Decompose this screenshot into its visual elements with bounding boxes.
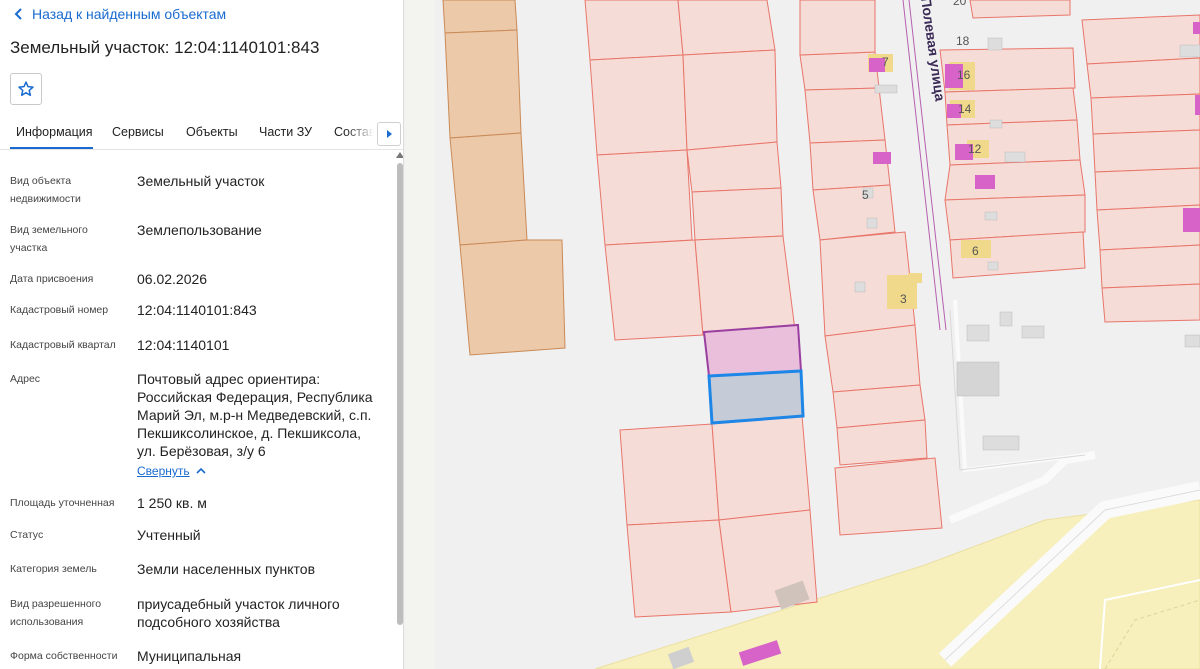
house-number-12: 12 [968,142,982,156]
house-number-5: 5 [862,188,869,202]
tab-information[interactable]: Информация [16,125,93,139]
house-number-14: 14 [958,102,972,116]
tab-objects[interactable]: Объекты [186,125,238,139]
scrollbar-thumb[interactable] [397,163,403,625]
highlighted-parcel [702,323,803,378]
chevron-left-icon [14,8,22,20]
field-value: 12:04:1140101 [137,337,230,353]
field-label: Вид объекта недвижимости [10,175,81,205]
field-value: Земли населенных пунктов [137,561,316,577]
field-value: Муниципальная [137,648,242,664]
collapse-link[interactable]: Свернуть [137,464,206,478]
collapse-link-label[interactable]: Свернуть [137,464,190,478]
field-value: 06.02.2026 [137,271,208,287]
field-label: Форма собственности [10,650,118,662]
field-value: 12:04:1140101:843 [137,302,257,318]
back-link-label[interactable]: Назад к найденным объектам [32,6,226,22]
cadastral-map[interactable]: Полевая улица 20 18 7 16 14 12 5 6 3 [405,0,1200,669]
favorite-button[interactable] [10,73,42,105]
scroll-up-arrow[interactable] [396,152,403,158]
back-link[interactable]: Назад к найденным объектам [12,6,226,22]
house-number-3: 3 [900,292,907,306]
field-label: Статус [10,529,44,541]
field-value: Почтовый адрес ориентира: Российская Фед… [137,371,373,459]
page-title: Земельный участок: 12:04:1140101:843 [10,38,320,57]
house-number-7: 7 [882,55,889,69]
tab-bar: Информация Сервисы Объекты Части ЗУ Сост… [0,116,403,150]
house-number-20: 20 [953,0,967,8]
field-label: Вид разрешенного использования [10,598,102,628]
house-number-6: 6 [972,244,979,258]
field-value: Земельный участок [137,173,265,189]
field-value: приусадебный участок личного подсобного … [137,596,340,630]
field-label: Дата присвоения [10,273,94,285]
selected-parcel [707,369,805,425]
field-value: Учтенный [137,527,201,543]
field-label: Вид земельного участка [10,224,88,254]
field-value: Землепользование [137,222,262,238]
active-tab-indicator [10,147,93,149]
field-label: Кадастровый квартал [10,339,116,351]
tabs-scroll-right-button[interactable] [377,122,401,146]
tab-fade [345,118,377,148]
tab-services[interactable]: Сервисы [112,125,164,139]
house-number-16: 16 [957,68,971,82]
chevron-up-icon [196,467,206,474]
tab-parcel-parts[interactable]: Части ЗУ [259,125,312,139]
field-label: Кадастровый номер [10,304,109,316]
field-label: Площадь уточненная [10,497,115,509]
field-label: Адрес [10,373,41,385]
house-number-18: 18 [956,34,970,48]
caret-right-icon [387,130,392,138]
field-value: 1 250 кв. м [137,495,207,511]
star-icon [18,81,34,97]
field-label: Категория земель [10,563,97,575]
info-panel: Назад к найденным объектам Земельный уча… [0,0,404,669]
